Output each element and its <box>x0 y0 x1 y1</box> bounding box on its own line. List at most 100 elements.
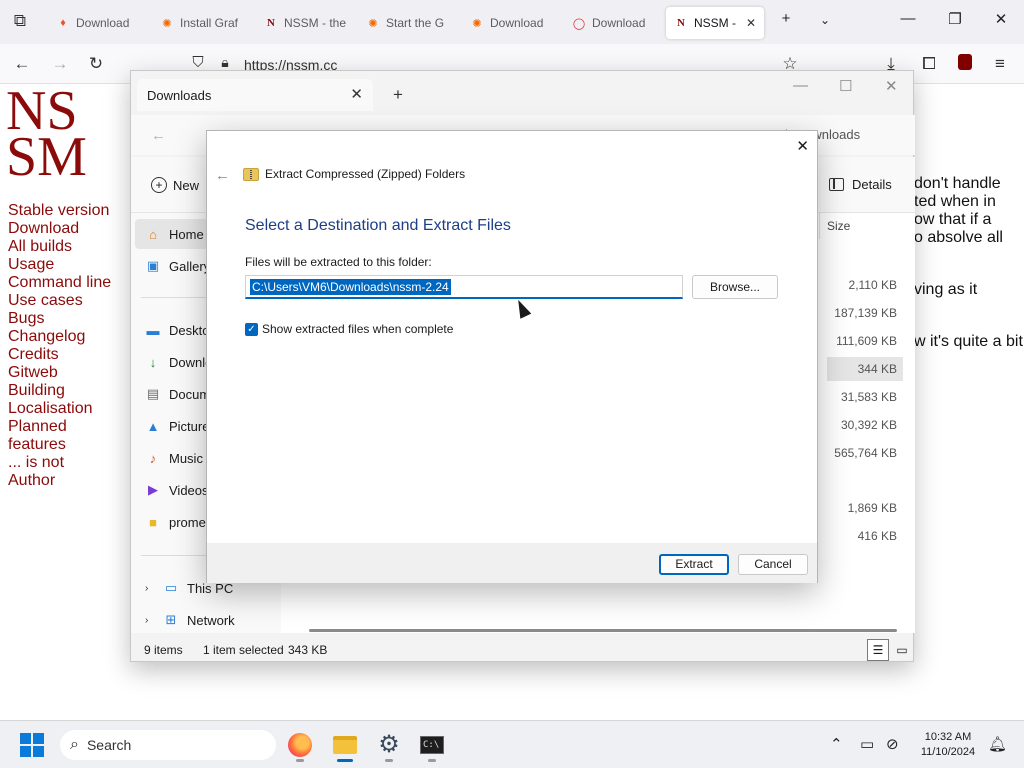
windows-logo-tile <box>20 746 31 757</box>
page-text-fragment: ving as it <box>914 281 978 298</box>
nav-link-building[interactable]: Building <box>8 382 111 400</box>
cancel-button[interactable]: Cancel <box>738 554 808 575</box>
chevron-up-icon[interactable]: ⌃ <box>830 735 843 753</box>
chevron-down-icon[interactable]: ⌄ <box>815 13 835 27</box>
terminal-taskbar-icon[interactable]: C:\ <box>418 731 446 759</box>
tab-overview-icon[interactable]: ⧉ <box>9 11 31 31</box>
search-icon: ⌕ <box>70 736 79 753</box>
zip-folder-icon <box>243 167 259 181</box>
browser-tab[interactable]: ◯ Download <box>564 7 662 39</box>
nav-link-bugs[interactable]: Bugs <box>8 310 111 328</box>
nav-link-changelog[interactable]: Changelog <box>8 328 111 346</box>
browser-tab[interactable]: ✺ Download <box>462 7 560 39</box>
pc-icon: ▭ <box>164 580 178 595</box>
checkmark-icon[interactable]: ✓ <box>245 322 258 336</box>
taskbar-search-box[interactable]: ⌕ Search <box>60 730 276 760</box>
nav-link-gitweb[interactable]: Gitweb <box>8 364 111 382</box>
destination-path-text: C:\Users\VM6\Downloads\nssm-2.24 <box>250 279 451 295</box>
menu-icon[interactable]: ≡ <box>989 54 1011 74</box>
nav-link-use-cases[interactable]: Use cases <box>8 292 111 310</box>
explorer-tab[interactable]: Downloads ✕ <box>137 79 373 111</box>
new-tab-icon[interactable]: + <box>393 85 403 105</box>
notification-bell-icon[interactable]: 🔔︎ <box>988 735 1007 753</box>
nav-link-planned[interactable]: Planned <box>8 418 111 436</box>
sidebar-item-label: Gallery <box>169 258 211 274</box>
tiles-view-icon[interactable]: ▭ <box>891 639 913 661</box>
file-size-cell[interactable]: 187,139 KB <box>827 301 903 325</box>
details-pane-icon <box>829 178 844 191</box>
new-tab-icon[interactable]: + <box>776 10 796 27</box>
nav-link-stable-version[interactable]: Stable version <box>8 202 111 220</box>
chevron-right-icon[interactable]: › <box>145 583 155 594</box>
opera-icon: ◯ <box>572 17 586 30</box>
extract-button[interactable]: Extract <box>659 554 729 575</box>
close-window-icon[interactable]: ✕ <box>991 10 1011 28</box>
nav-link-download[interactable]: Download <box>8 220 111 238</box>
clock-date: 11/10/2024 <box>920 746 976 758</box>
sidebar-item-network[interactable]: › ⊞ Network <box>145 605 285 635</box>
browser-tab[interactable]: N NSSM - the <box>256 7 354 39</box>
forward-arrow-icon[interactable]: → <box>49 54 71 74</box>
horizontal-scrollbar[interactable] <box>309 629 897 632</box>
close-tab-icon[interactable]: ✕ <box>746 16 756 30</box>
close-icon[interactable]: ✕ <box>796 137 809 155</box>
running-indicator <box>385 759 393 762</box>
nav-link-is-not[interactable]: ... is not <box>8 454 111 472</box>
column-divider <box>819 213 820 239</box>
shield-icon[interactable]: ⛉ <box>187 54 209 71</box>
extensions-icon[interactable]: ⧠ <box>918 54 940 74</box>
maximize-icon[interactable]: ☐ <box>839 77 852 95</box>
details-view-icon[interactable]: ☰ <box>867 639 889 661</box>
nav-link-author[interactable]: Author <box>8 472 111 490</box>
firefox-taskbar-icon[interactable] <box>286 731 314 759</box>
nav-link-usage[interactable]: Usage <box>8 256 111 274</box>
chevron-right-icon[interactable]: › <box>145 615 155 626</box>
settings-taskbar-icon[interactable]: ⚙ <box>375 731 403 759</box>
home-icon: ⌂ <box>149 226 157 242</box>
browser-tab[interactable]: ✺ Install Graf <box>152 7 250 39</box>
nav-link-features[interactable]: features <box>8 436 111 454</box>
back-arrow-icon[interactable]: ← <box>11 54 33 74</box>
reload-icon[interactable]: ↻ <box>85 54 107 74</box>
file-size-cell[interactable]: 111,609 KB <box>827 329 903 353</box>
browser-tab[interactable]: ♦ Download <box>48 7 146 39</box>
file-size-cell[interactable]: 565,764 KB <box>827 441 903 465</box>
sidebar-item-label: Music <box>169 450 203 466</box>
new-button[interactable]: + New <box>151 177 199 193</box>
minimize-icon[interactable]: — <box>898 10 918 27</box>
file-size-cell[interactable]: 1,869 KB <box>827 496 903 520</box>
running-indicator <box>296 759 304 762</box>
close-tab-icon[interactable]: ✕ <box>350 85 363 103</box>
browser-tab[interactable]: ✺ Start the G <box>358 7 456 39</box>
browser-tab-active[interactable]: N NSSM - ✕ <box>666 7 764 39</box>
maximize-icon[interactable]: ❐ <box>945 10 965 28</box>
back-arrow-icon[interactable]: ← <box>215 167 230 184</box>
network-status-icon[interactable]: ⊘ <box>886 735 899 753</box>
dialog-header: Extract Compressed (Zipped) Folders <box>243 167 465 181</box>
tab-label: Download <box>76 16 130 30</box>
destination-path-input[interactable]: C:\Users\VM6\Downloads\nssm-2.24 <box>245 275 683 299</box>
column-header-size[interactable]: Size <box>827 219 850 233</box>
file-size-cell[interactable]: 30,392 KB <box>827 413 903 437</box>
back-arrow-icon[interactable]: ← <box>151 127 166 144</box>
minimize-icon[interactable]: — <box>793 77 808 94</box>
file-size-cell-selected[interactable]: 344 KB <box>827 357 903 381</box>
file-size-cell[interactable]: 31,583 KB <box>827 385 903 409</box>
file-size-cell[interactable]: 416 KB <box>827 524 903 548</box>
file-size-cell[interactable]: 2,110 KB <box>827 273 903 297</box>
display-icon[interactable]: ▭ <box>860 735 874 753</box>
nav-link-credits[interactable]: Credits <box>8 346 111 364</box>
selection-count: 1 item selected <box>203 643 284 657</box>
nav-link-all-builds[interactable]: All builds <box>8 238 111 256</box>
browse-button[interactable]: Browse... <box>692 275 778 299</box>
system-clock[interactable]: 10:32 AM 11/10/2024 <box>918 730 978 760</box>
nav-link-localisation[interactable]: Localisation <box>8 400 111 418</box>
ublock-icon[interactable] <box>954 54 976 75</box>
close-window-icon[interactable]: ✕ <box>885 77 898 95</box>
browser-tab-bar: ⧉ ♦ Download ✺ Install Graf N NSSM - the… <box>0 0 1024 44</box>
file-explorer-taskbar-icon[interactable] <box>331 731 359 759</box>
details-button[interactable]: Details <box>829 177 892 192</box>
show-extracted-files-checkbox[interactable]: ✓ Show extracted files when complete <box>245 322 453 336</box>
start-button[interactable] <box>20 733 44 757</box>
nav-link-command-line[interactable]: Command line <box>8 274 111 292</box>
